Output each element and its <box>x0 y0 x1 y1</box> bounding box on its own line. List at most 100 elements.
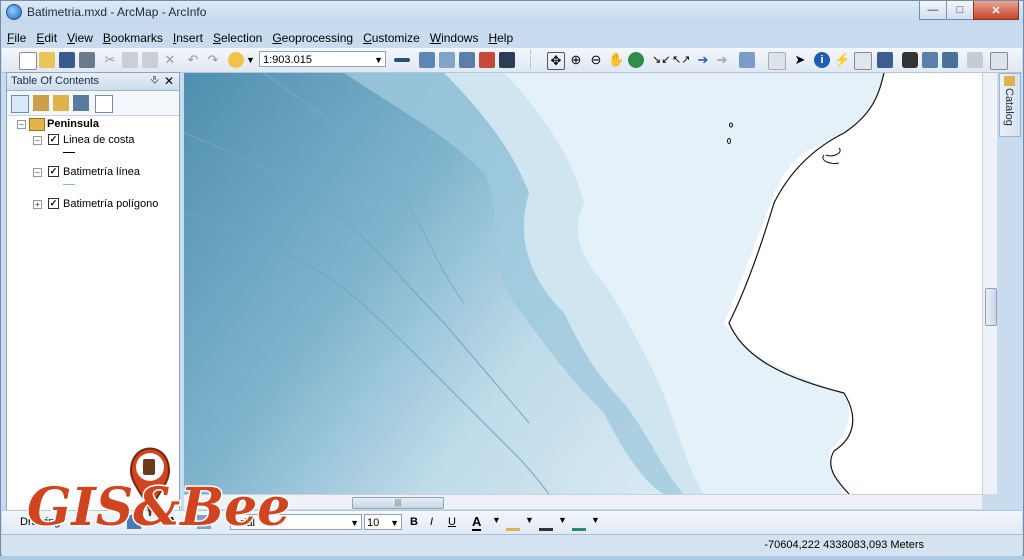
underline-button[interactable]: U <box>448 516 456 528</box>
minimize-button[interactable]: — <box>919 1 947 20</box>
menu-geoprocessing[interactable]: Geoprocessing <box>267 31 358 45</box>
list-by-selection-icon[interactable] <box>73 95 89 111</box>
toolbar-grip[interactable] <box>530 51 534 69</box>
select-elements-arrow-icon[interactable]: ➤ <box>792 52 808 68</box>
forward-arrow-icon[interactable]: ➔ <box>714 52 730 68</box>
zoom-pan-icon[interactable]: ✥ <box>547 52 565 70</box>
map-scale-field[interactable]: 1:903.015 ▼ <box>259 51 386 67</box>
collapse-layer-toggle[interactable]: – <box>33 168 42 177</box>
go-to-xy-icon[interactable] <box>942 52 958 68</box>
logo-graphic: GIS&Beers <box>26 447 349 540</box>
measure-icon[interactable] <box>877 52 893 68</box>
create-viewer-icon[interactable] <box>990 52 1008 70</box>
pan-hand-icon[interactable]: ✋ <box>608 52 624 68</box>
zoom-out-icon[interactable]: ⊖ <box>588 52 604 68</box>
italic-button[interactable]: I <box>430 516 433 528</box>
add-data-icon[interactable] <box>228 52 244 68</box>
print-icon[interactable] <box>79 52 95 68</box>
map-vertical-scrollbar[interactable] <box>982 73 997 494</box>
layer-visibility-checkbox[interactable]: ✓ <box>48 134 59 145</box>
full-extent-globe-icon[interactable] <box>628 52 644 68</box>
pin-icon[interactable]: ⎀ <box>150 74 159 87</box>
find-route-icon[interactable] <box>922 52 938 68</box>
menu-insert[interactable]: Insert <box>168 31 208 45</box>
menu-windows[interactable]: Windows <box>425 31 484 45</box>
horizontal-scroll-thumb[interactable]: ||| <box>352 497 444 509</box>
list-by-source-icon[interactable] <box>33 95 49 111</box>
font-size-field[interactable]: 10 ▼ <box>364 514 402 530</box>
chevron-down-icon[interactable]: ▼ <box>591 515 600 525</box>
layer-name[interactable]: Linea de costa <box>63 134 135 146</box>
hyperlink-icon[interactable]: ⚡ <box>834 52 850 68</box>
copy-icon[interactable] <box>122 52 138 68</box>
python-window-icon[interactable] <box>499 52 515 68</box>
fill-color-icon[interactable] <box>506 514 520 531</box>
time-slider-icon[interactable] <box>967 52 983 68</box>
layer-name[interactable]: Batimetría línea <box>63 166 140 178</box>
save-icon[interactable] <box>59 52 75 68</box>
zoom-in-icon[interactable]: ⊕ <box>568 52 584 68</box>
map-horizontal-scrollbar[interactable]: ||| <box>184 494 982 509</box>
menu-help[interactable]: Help <box>483 31 518 45</box>
bathymetry-map <box>184 73 982 494</box>
layer-visibility-checkbox[interactable]: ✓ <box>48 198 59 209</box>
menu-edit[interactable]: Edit <box>31 31 62 45</box>
menu-view[interactable]: View <box>62 31 98 45</box>
maximize-button[interactable]: □ <box>946 1 974 20</box>
open-folder-icon[interactable] <box>39 52 55 68</box>
clear-selection-icon[interactable] <box>768 52 786 70</box>
table-icon[interactable] <box>419 52 435 68</box>
beer-mug-icon <box>143 459 155 475</box>
line-color-icon[interactable] <box>539 514 553 531</box>
html-popup-icon[interactable] <box>854 52 872 70</box>
chevron-down-icon[interactable]: ▼ <box>558 515 567 525</box>
chevron-down-icon[interactable]: ▼ <box>492 515 501 525</box>
list-by-drawing-order-icon[interactable] <box>11 95 29 113</box>
undo-icon[interactable]: ↶ <box>185 52 201 68</box>
find-binoculars-icon[interactable] <box>902 52 918 68</box>
vertical-scroll-thumb[interactable] <box>985 288 997 326</box>
cut-icon[interactable]: ✂ <box>102 52 118 68</box>
toc-options-icon[interactable] <box>95 95 113 113</box>
close-window-button[interactable]: ✕ <box>973 1 1019 20</box>
bold-button[interactable]: B <box>410 516 418 528</box>
menu-customize[interactable]: Customize <box>358 31 425 45</box>
layer-visibility-checkbox[interactable]: ✓ <box>48 166 59 177</box>
chevron-down-icon[interactable]: ▼ <box>374 52 383 68</box>
arctoolbox-icon[interactable] <box>479 52 495 68</box>
catalog-window-icon[interactable] <box>439 52 455 68</box>
group-layer-name[interactable]: Peninsula <box>47 118 99 130</box>
redo-icon[interactable]: ↷ <box>205 52 221 68</box>
chevron-down-icon[interactable]: ▼ <box>390 515 399 531</box>
paste-icon[interactable] <box>142 52 158 68</box>
delete-icon[interactable]: ✕ <box>162 52 178 68</box>
chevron-down-icon[interactable]: ▼ <box>350 515 359 531</box>
editor-toolbar-icon[interactable] <box>394 58 410 62</box>
collapse-layer-toggle[interactable]: – <box>33 136 42 145</box>
back-arrow-icon[interactable]: ➔ <box>695 52 711 68</box>
chevron-down-icon[interactable]: ▼ <box>525 515 534 525</box>
list-by-visibility-icon[interactable] <box>53 95 69 111</box>
catalog-tab[interactable]: Catalog <box>999 73 1021 137</box>
close-icon[interactable]: ✕ <box>164 74 174 88</box>
fixed-zoom-in-icon[interactable]: ↘↙ <box>652 52 670 68</box>
collapse-group-toggle[interactable]: – <box>17 120 26 129</box>
menu-file[interactable]: File <box>2 31 31 45</box>
font-color-button[interactable]: A <box>472 514 482 531</box>
marker-color-icon[interactable] <box>572 514 586 531</box>
menu-selection[interactable]: Selection <box>208 31 267 45</box>
gis-beers-logo: GIS&Beers <box>19 421 349 557</box>
search-window-icon[interactable] <box>459 52 475 68</box>
fixed-zoom-out-icon[interactable]: ↖↗ <box>672 52 690 68</box>
window-controls: — □ ✕ <box>919 1 1019 20</box>
new-document-icon[interactable] <box>19 52 37 70</box>
map-display[interactable] <box>184 73 982 494</box>
expand-layer-toggle[interactable]: + <box>33 200 42 209</box>
menu-bookmarks[interactable]: Bookmarks <box>98 31 168 45</box>
layer-name[interactable]: Batimetría polígono <box>63 198 158 210</box>
arcmap-window: Batimetria.mxd - ArcMap - ArcInfo — □ ✕ … <box>0 0 1024 556</box>
identify-icon[interactable]: i <box>814 52 830 68</box>
toc-toolbar <box>7 91 179 116</box>
arcmap-globe-icon <box>6 4 22 20</box>
select-features-icon[interactable] <box>739 52 755 68</box>
